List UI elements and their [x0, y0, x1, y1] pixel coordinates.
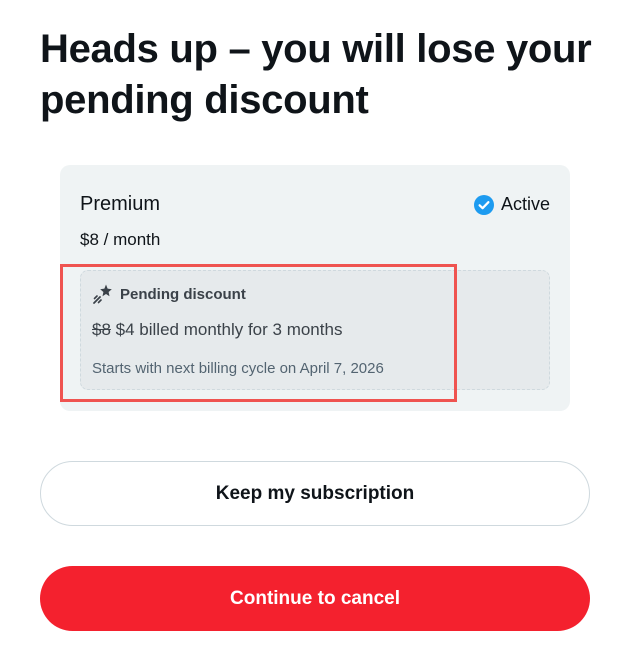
cancel-subscription-dialog: Heads up – you will lose your pending di…	[0, 0, 635, 645]
continue-to-cancel-button[interactable]: Continue to cancel	[40, 566, 590, 631]
highlight-annotation	[60, 264, 457, 402]
plan-price: $8 / month	[80, 230, 161, 249]
check-badge-icon	[473, 194, 494, 215]
plan-name: Premium	[80, 193, 161, 215]
status-badge: Active	[473, 194, 550, 215]
keep-subscription-button[interactable]: Keep my subscription	[40, 461, 590, 526]
page-title: Heads up – you will lose your pending di…	[40, 27, 592, 122]
status-label: Active	[500, 194, 550, 214]
